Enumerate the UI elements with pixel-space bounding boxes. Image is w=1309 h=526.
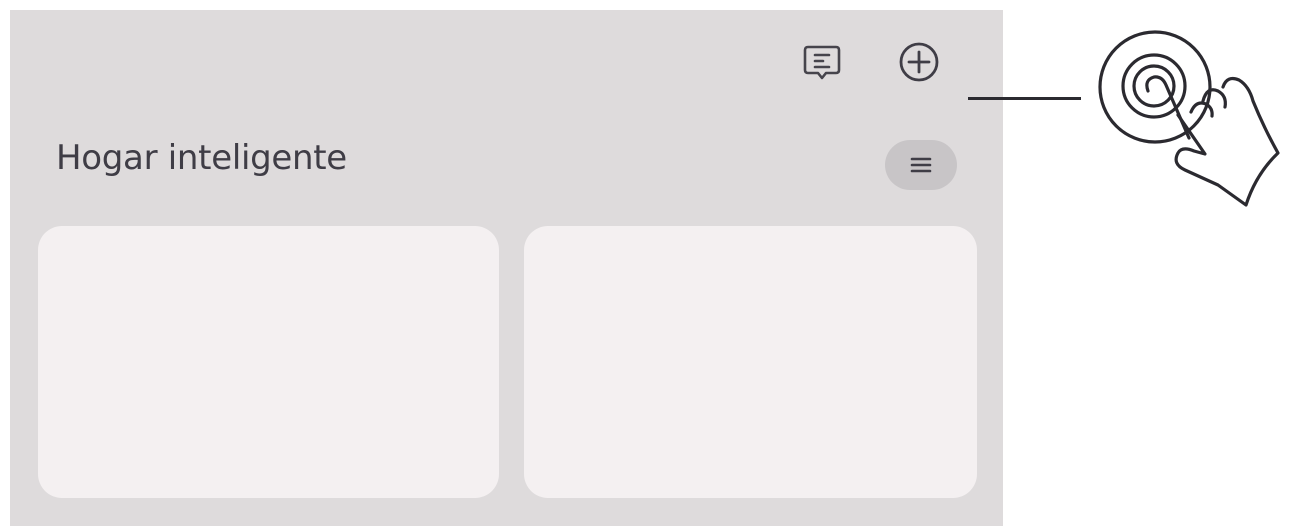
smart-home-panel: Hogar inteligente [10, 10, 1003, 526]
device-card[interactable] [38, 226, 499, 498]
device-card[interactable] [524, 226, 977, 498]
add-device-button[interactable] [893, 36, 945, 88]
tap-hand-icon [1098, 30, 1280, 207]
screenshot-stage: Hogar inteligente [0, 0, 1309, 526]
callout-line [968, 97, 1081, 100]
message-button[interactable] [796, 36, 848, 88]
add-circle-icon [899, 42, 939, 82]
page-title: Hogar inteligente [56, 138, 347, 178]
menu-button[interactable] [885, 140, 957, 190]
menu-icon [910, 157, 932, 173]
message-icon [803, 45, 841, 80]
